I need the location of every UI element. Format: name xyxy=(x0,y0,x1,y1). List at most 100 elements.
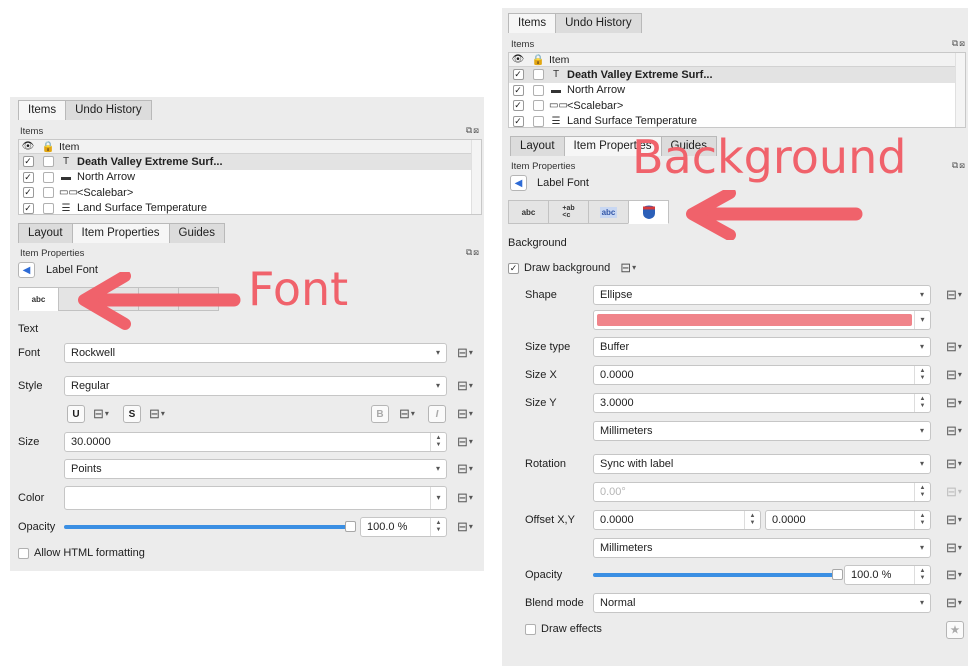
data-defined-icon[interactable]: ⊟ ▾ xyxy=(457,345,479,361)
draw-effects-checkbox[interactable] xyxy=(525,623,536,635)
data-defined-icon[interactable]: ⊟ ▾ xyxy=(399,406,421,422)
visibility-checkbox[interactable]: ✓ xyxy=(512,84,524,96)
size-type-combo[interactable]: Buffer ▾ xyxy=(593,337,931,357)
rotation-angle-field[interactable]: 0.00° ▲ ▼ xyxy=(593,482,931,502)
data-defined-icon[interactable]: ⊟ ▾ xyxy=(457,490,479,506)
lock-checkbox[interactable] xyxy=(42,171,54,183)
background-tab[interactable] xyxy=(628,200,669,224)
style-combo[interactable]: Regular ▾ xyxy=(64,376,447,396)
text-tab[interactable]: abc xyxy=(508,200,549,224)
rotation-combo[interactable]: Sync with label ▾ xyxy=(593,454,931,474)
lock-checkbox[interactable] xyxy=(42,156,54,168)
data-defined-icon[interactable]: ⊟ ▾ xyxy=(946,540,968,556)
data-defined-icon[interactable]: ⊟ ▾ xyxy=(457,461,479,477)
spin-arrows-icon[interactable]: ▲ ▼ xyxy=(744,511,760,529)
tab-item-properties[interactable]: Item Properties xyxy=(71,223,170,243)
tab-items[interactable]: Items xyxy=(18,100,67,120)
lock-checkbox[interactable] xyxy=(532,84,544,96)
spin-arrows-icon[interactable]: ▲ ▼ xyxy=(914,394,930,412)
tab-undo-history[interactable]: Undo History xyxy=(555,13,642,33)
draw-background-checkbox[interactable]: ✓ xyxy=(508,262,519,274)
allow-html-row[interactable]: Allow HTML formatting xyxy=(18,547,145,559)
data-defined-icon[interactable]: ⊟ ▾ xyxy=(457,406,479,422)
opacity-field[interactable]: 100.0 % ▲ ▼ xyxy=(844,565,931,585)
opacity-slider[interactable] xyxy=(64,525,353,529)
spin-arrows-icon[interactable]: ▲ ▼ xyxy=(914,511,930,529)
visibility-checkbox[interactable]: ✓ xyxy=(512,115,524,127)
shape-combo[interactable]: Ellipse ▾ xyxy=(593,285,931,305)
lock-checkbox[interactable] xyxy=(42,187,54,199)
tab-items[interactable]: Items xyxy=(508,13,557,33)
tree-row[interactable]: ✓ ☰ Land Surface Temperature xyxy=(19,201,481,214)
visibility-checkbox[interactable]: ✓ xyxy=(22,187,34,199)
tree-scrollbar[interactable] xyxy=(471,140,481,214)
data-defined-icon[interactable]: ⊟ ▾ xyxy=(149,406,171,422)
data-defined-icon[interactable]: ⊟ ▾ xyxy=(946,567,968,583)
tree-row[interactable]: ✓ ▬ North Arrow xyxy=(19,170,481,186)
allow-html-checkbox[interactable] xyxy=(18,547,29,559)
tree-row[interactable]: ✓ T Death Valley Extreme Surf... xyxy=(509,67,965,83)
text-tab[interactable]: abc xyxy=(18,287,59,311)
data-defined-icon[interactable]: ⊟ ▾ xyxy=(946,287,968,303)
offset-x-field[interactable]: 0.0000 ▲ ▼ xyxy=(593,510,761,530)
data-defined-icon[interactable]: ⊟ ▾ xyxy=(946,484,968,500)
visibility-checkbox[interactable]: ✓ xyxy=(22,202,34,214)
data-defined-icon[interactable]: ⊟ ▾ xyxy=(946,367,968,383)
lock-checkbox[interactable] xyxy=(532,115,544,127)
data-defined-icon[interactable]: ⊟ ▾ xyxy=(457,519,479,535)
spin-arrows-icon[interactable]: ▲ ▼ xyxy=(430,433,446,451)
dock-buttons[interactable]: ⧉⊠ xyxy=(952,160,966,171)
tab-layout[interactable]: Layout xyxy=(510,136,565,156)
opacity-slider[interactable] xyxy=(593,573,841,577)
italic-button[interactable]: I xyxy=(428,405,446,423)
tree-row[interactable]: ✓ ☰ Land Surface Temperature xyxy=(509,114,965,127)
size-x-field[interactable]: 0.0000 ▲ ▼ xyxy=(593,365,931,385)
back-icon[interactable]: ◀ xyxy=(18,262,35,278)
effects-star-icon[interactable]: ★ xyxy=(946,621,964,639)
color-button[interactable]: ▾ xyxy=(64,486,447,510)
lock-checkbox[interactable] xyxy=(532,100,544,112)
strikeout-button[interactable]: S xyxy=(123,405,141,423)
lock-checkbox[interactable] xyxy=(532,69,544,81)
size-unit-combo[interactable]: Millimeters ▾ xyxy=(593,421,931,441)
data-defined-icon[interactable]: ⊟ ▾ xyxy=(946,512,968,528)
dock-buttons[interactable]: ⧉⊠ xyxy=(466,125,480,136)
data-defined-icon[interactable]: ⊟ ▾ xyxy=(457,434,479,450)
underline-button[interactable]: U xyxy=(67,405,85,423)
tree-row[interactable]: ✓ ▭▭ <Scalebar> xyxy=(509,98,965,114)
data-defined-icon[interactable]: ⊟ ▾ xyxy=(946,595,968,611)
tree-row[interactable]: ✓ ▭▭ <Scalebar> xyxy=(19,185,481,201)
font-combo[interactable]: Rockwell ▾ xyxy=(64,343,447,363)
blend-mode-combo[interactable]: Normal ▾ xyxy=(593,593,931,613)
tab-layout[interactable]: Layout xyxy=(18,223,73,243)
fill-color-button[interactable]: ▾ xyxy=(593,310,931,330)
data-defined-icon[interactable]: ⊟ ▾ xyxy=(457,378,479,394)
dock-buttons[interactable]: ⧉⊠ xyxy=(466,247,480,258)
opacity-slider-handle[interactable] xyxy=(832,569,843,580)
formatting-tab[interactable]: +ab <c xyxy=(548,200,589,224)
data-defined-icon[interactable]: ⊟ ▾ xyxy=(946,395,968,411)
tree-row[interactable]: ✓ ▬ North Arrow xyxy=(509,83,965,99)
buffer-tab[interactable]: abc xyxy=(588,200,629,224)
dock-buttons[interactable]: ⧉⊠ xyxy=(952,38,966,49)
spin-arrows-icon[interactable]: ▲ ▼ xyxy=(914,366,930,384)
opacity-field[interactable]: 100.0 % ▲ ▼ xyxy=(360,517,447,537)
offset-unit-combo[interactable]: Millimeters ▾ xyxy=(593,538,931,558)
lock-checkbox[interactable] xyxy=(42,202,54,214)
bold-button[interactable]: B xyxy=(371,405,389,423)
draw-effects-row[interactable]: Draw effects xyxy=(525,623,602,635)
draw-background-row[interactable]: ✓ Draw background ⊟ ▾ xyxy=(508,260,642,276)
data-defined-icon[interactable]: ⊟ ▾ xyxy=(620,260,642,276)
data-defined-icon[interactable]: ⊟ ▾ xyxy=(946,423,968,439)
opacity-slider-handle[interactable] xyxy=(345,521,356,532)
back-icon[interactable]: ◀ xyxy=(510,175,527,191)
spin-arrows-icon[interactable]: ▲ ▼ xyxy=(914,483,930,501)
tree-row[interactable]: ✓ T Death Valley Extreme Surf... xyxy=(19,154,481,170)
visibility-checkbox[interactable]: ✓ xyxy=(22,156,34,168)
visibility-checkbox[interactable]: ✓ xyxy=(512,100,524,112)
spin-arrows-icon[interactable]: ▲ ▼ xyxy=(914,566,930,584)
size-unit-combo[interactable]: Points ▾ xyxy=(64,459,447,479)
data-defined-icon[interactable]: ⊟ ▾ xyxy=(946,456,968,472)
tab-undo-history[interactable]: Undo History xyxy=(65,100,152,120)
visibility-checkbox[interactable]: ✓ xyxy=(512,69,524,81)
